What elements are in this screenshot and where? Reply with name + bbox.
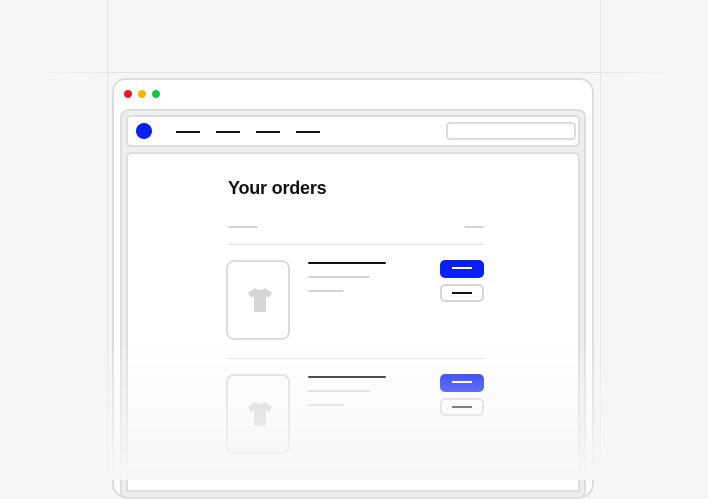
product-price-line [308,290,344,292]
logo-icon[interactable] [136,123,152,139]
nav-link-3[interactable] [256,131,280,133]
product-detail-line [308,390,370,392]
nav-link-2[interactable] [216,131,240,133]
search-input[interactable] [446,122,576,140]
nav-link-4[interactable] [296,131,320,133]
primary-button-label-line [452,381,472,383]
order-row [226,260,486,346]
nav-link-1[interactable] [176,131,200,133]
t-shirt-icon [248,288,272,312]
page-title: Your orders [228,178,327,198]
secondary-button-label-line [452,292,472,294]
product-detail-line [308,276,370,278]
secondary-action-button[interactable] [440,284,484,302]
t-shirt-icon [248,402,272,426]
primary-action-button[interactable] [440,260,484,278]
product-price-line [308,404,344,406]
primary-action-button[interactable] [440,374,484,392]
close-window-dot[interactable] [124,90,132,98]
minimize-window-dot[interactable] [138,90,146,98]
secondary-action-button[interactable] [440,398,484,416]
order-divider [228,358,484,359]
maximize-window-dot[interactable] [152,90,160,98]
header-divider [228,244,484,245]
orders-page: Your orders [126,152,580,492]
product-thumbnail[interactable] [226,260,290,340]
browser-window: Your orders [112,78,594,499]
order-row [226,374,486,460]
column-header-left [228,226,258,228]
primary-button-label-line [452,267,472,269]
column-header-right [464,226,484,228]
product-name-line [308,262,386,264]
product-name-line [308,376,386,378]
top-navbar [126,115,580,147]
secondary-button-label-line [452,406,472,408]
product-thumbnail[interactable] [226,374,290,454]
page-frame: Your orders [120,109,586,499]
guide-line-top [40,72,670,73]
